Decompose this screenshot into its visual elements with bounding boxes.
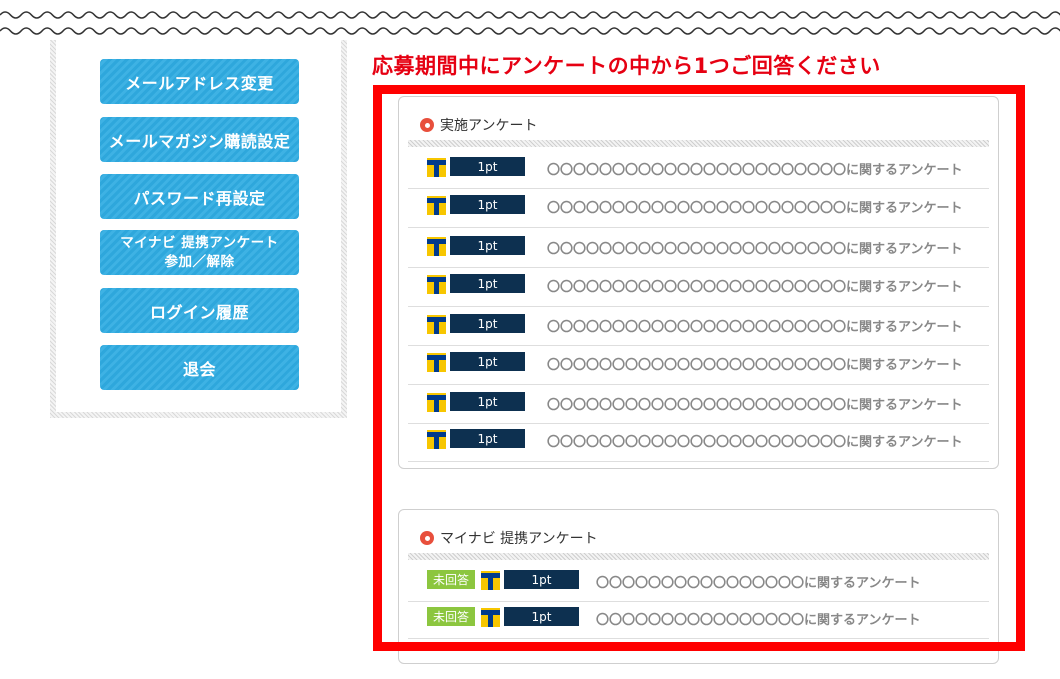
sidebar-inner: メールアドレス変更 メールマガジン購読設定 パスワード再設定 マイナビ 提携アン… [56,40,341,412]
sidebar-item-login-history[interactable]: ログイン履歴 [100,288,299,333]
sidebar-item-change-email[interactable]: メールアドレス変更 [100,59,299,104]
sidebar-item-withdraw[interactable]: 退会 [100,345,299,390]
sidebar-item-reset-password[interactable]: パスワード再設定 [100,174,299,219]
wave-divider-icon [0,11,1060,35]
page-headline: 応募期間中にアンケートの中から1つご回答ください [372,54,881,78]
sidebar: メールアドレス変更 メールマガジン購読設定 パスワード再設定 マイナビ 提携アン… [50,40,347,418]
sidebar-item-newsletter-settings[interactable]: メールマガジン購読設定 [100,117,299,162]
highlight-frame [373,85,1025,651]
sidebar-item-partner-survey[interactable]: マイナビ 提携アンケート 参加／解除 [100,230,299,275]
